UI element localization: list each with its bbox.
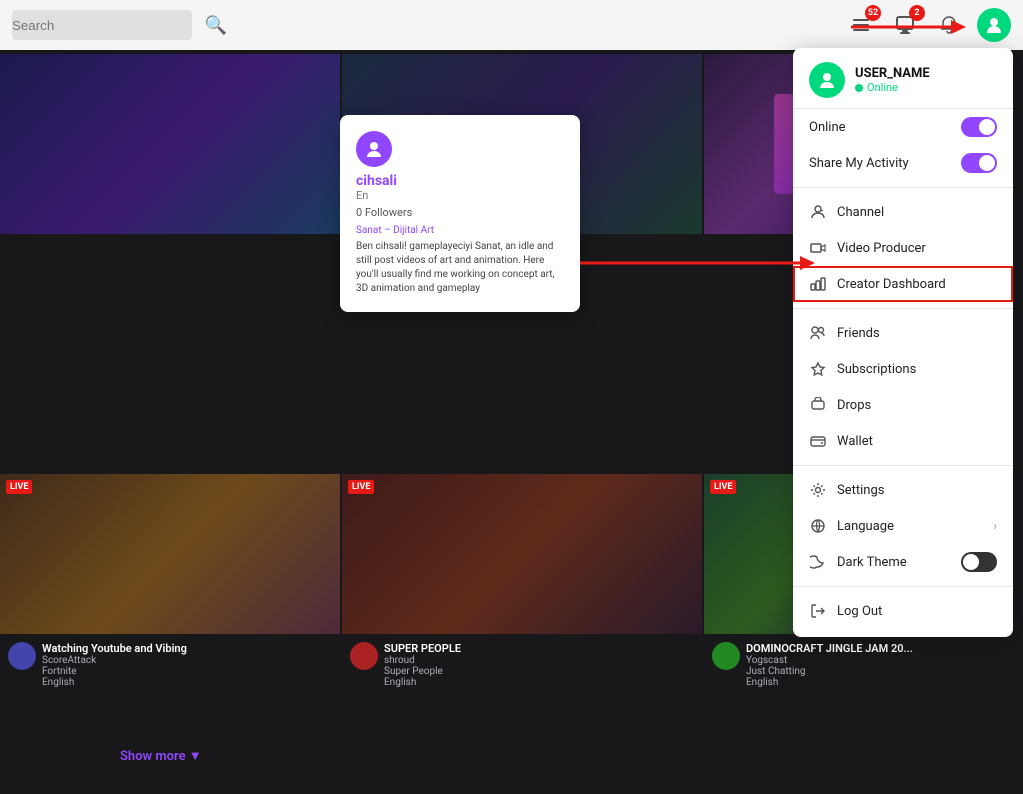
divider-4	[793, 586, 1013, 587]
card-lang: English	[384, 677, 461, 688]
friends-icon	[809, 324, 827, 342]
menu-icon-btn[interactable]: 52	[845, 9, 877, 41]
menu-item-logout[interactable]: Log Out	[793, 593, 1013, 629]
dark-theme-label: Dark Theme	[837, 555, 907, 570]
divider-2	[793, 308, 1013, 309]
video-producer-label: Video Producer	[837, 241, 926, 256]
live-badge: LIVE	[710, 480, 736, 494]
live-badge: LIVE	[6, 480, 32, 494]
menu-item-video-producer[interactable]: Video Producer	[793, 230, 1013, 266]
subscriptions-label: Subscriptions	[837, 362, 916, 377]
creator-dashboard-label: Creator Dashboard	[837, 277, 946, 292]
settings-icon	[809, 481, 827, 499]
card-streamer: Yogscast	[746, 655, 913, 666]
card-info-1: Watching Youtube and Vibing ScoreAttack …	[0, 636, 340, 694]
subscriptions-icon	[809, 360, 827, 378]
profile-description: Ben cihsali! gameplayeciyi Sanat, an idl…	[356, 240, 564, 296]
profile-tagline: Sanat – Dijital Art	[356, 225, 564, 236]
menu-item-channel[interactable]: Channel	[793, 194, 1013, 230]
creator-dashboard-icon	[809, 275, 827, 293]
card-thumb[interactable]	[0, 54, 340, 234]
card-thumb-live-1[interactable]: LIVE	[0, 474, 340, 634]
dark-theme-row: Dark Theme	[793, 544, 1013, 580]
channel-icon-btn[interactable]: 2	[889, 9, 921, 41]
online-toggle-label: Online	[809, 120, 846, 135]
card-streamer: ScoreAttack	[42, 655, 187, 666]
profile-followers: 0 Followers	[356, 206, 564, 219]
language-icon	[809, 517, 827, 535]
dark-theme-icon	[809, 553, 827, 571]
share-activity-label: Share My Activity	[809, 156, 909, 171]
profile-status: En	[356, 189, 564, 202]
dropdown-username: USER_NAME	[855, 66, 930, 81]
channel-label: Channel	[837, 205, 884, 220]
card-thumb-live-2[interactable]: LIVE	[342, 474, 702, 634]
friends-label: Friends	[837, 326, 880, 341]
card-game: Just Chatting	[746, 666, 913, 677]
language-label: Language	[837, 519, 894, 534]
online-toggle[interactable]	[961, 117, 997, 137]
channel-badge-count: 2	[909, 5, 925, 21]
card-streamer: shroud	[384, 655, 461, 666]
card-game: Fortnite	[42, 666, 187, 677]
search-input[interactable]	[12, 10, 192, 40]
menu-item-subscriptions[interactable]: Subscriptions	[793, 351, 1013, 387]
divider-1	[793, 187, 1013, 188]
share-activity-toggle[interactable]	[961, 153, 997, 173]
online-toggle-row: Online	[793, 109, 1013, 145]
drops-label: Drops	[837, 398, 871, 413]
online-dot	[855, 84, 863, 92]
share-activity-toggle-row: Share My Activity	[793, 145, 1013, 181]
topbar: 🔍 52 2	[0, 0, 1023, 50]
card-game: Super People	[384, 666, 461, 677]
dropdown-menu: USER_NAME Online Online Share My Activit…	[793, 48, 1013, 637]
dropdown-header: USER_NAME Online	[793, 48, 1013, 109]
profile-hover-card: cihsali En 0 Followers Sanat – Dijital A…	[340, 115, 580, 312]
menu-item-settings[interactable]: Settings	[793, 472, 1013, 508]
profile-username: cihsali	[356, 173, 564, 189]
logout-label: Log Out	[837, 604, 882, 619]
channel-icon	[809, 203, 827, 221]
divider-3	[793, 465, 1013, 466]
topbar-icons: 52 2	[845, 8, 1011, 42]
dropdown-avatar	[809, 62, 845, 98]
card-title: DOMINOCRAFT JINGLE JAM 20...	[746, 642, 913, 655]
card-title: SUPER PEOPLE	[384, 642, 461, 655]
menu-item-creator-dashboard[interactable]: Creator Dashboard	[793, 266, 1013, 302]
search-button[interactable]: 🔍	[200, 9, 232, 41]
live-badge: LIVE	[348, 480, 374, 494]
logout-icon	[809, 602, 827, 620]
menu-item-wallet[interactable]: Wallet	[793, 423, 1013, 459]
online-status: Online	[855, 81, 930, 94]
menu-item-friends[interactable]: Friends	[793, 315, 1013, 351]
wallet-icon	[809, 432, 827, 450]
card-title: Watching Youtube and Vibing	[42, 642, 187, 655]
menu-item-drops[interactable]: Drops	[793, 387, 1013, 423]
video-producer-icon	[809, 239, 827, 257]
settings-label: Settings	[837, 483, 884, 498]
profile-avatar	[356, 131, 392, 167]
card-lang: English	[746, 677, 913, 688]
card-info-3: DOMINOCRAFT JINGLE JAM 20... Yogscast Ju…	[704, 636, 924, 694]
user-avatar-button[interactable]	[977, 8, 1011, 42]
menu-item-language[interactable]: Language ›	[793, 508, 1013, 544]
drops-icon	[809, 396, 827, 414]
notifications-icon-btn[interactable]	[933, 9, 965, 41]
card-info-2: SUPER PEOPLE shroud Super People English	[342, 636, 702, 694]
wallet-label: Wallet	[837, 434, 873, 449]
card-lang: English	[42, 677, 187, 688]
language-chevron: ›	[993, 519, 997, 533]
dark-theme-toggle[interactable]	[961, 552, 997, 572]
show-more-button[interactable]: Show more ▼	[120, 748, 202, 764]
menu-badge-count: 52	[865, 5, 881, 21]
